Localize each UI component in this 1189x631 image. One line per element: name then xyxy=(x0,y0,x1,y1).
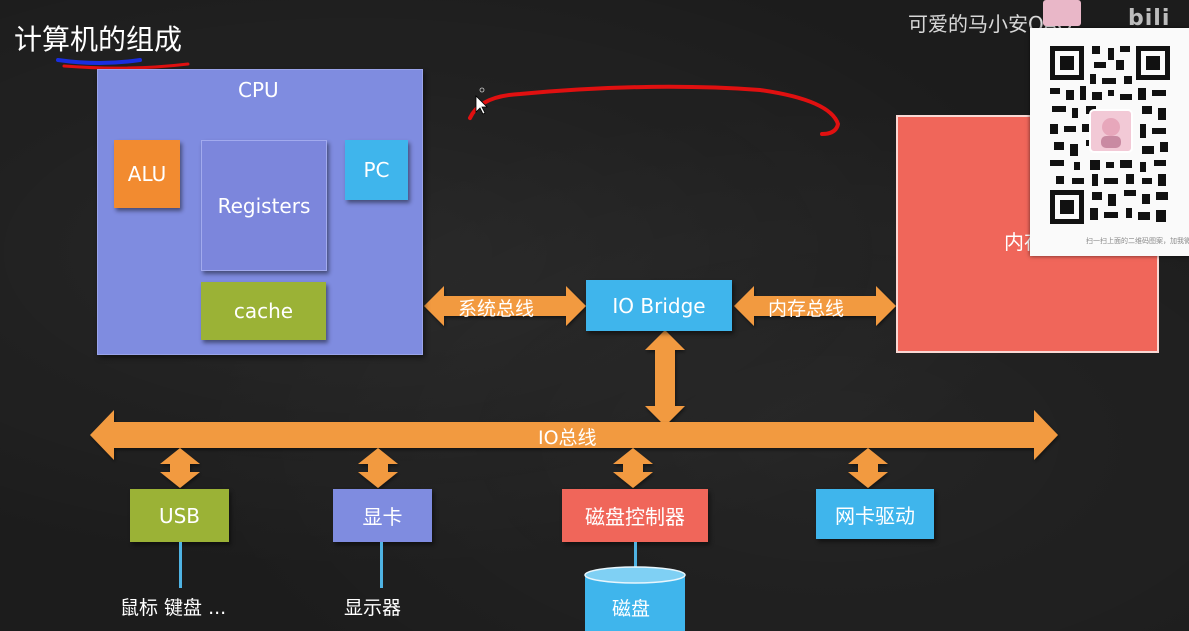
uploader-avatar xyxy=(1043,0,1081,26)
io-bridge-box: IO Bridge xyxy=(586,280,732,331)
memory-bus-label: 内存总线 xyxy=(768,298,845,320)
gpu-bus-arrow xyxy=(358,448,398,488)
usb-bus-arrow xyxy=(160,448,200,488)
nic-driver-label: 网卡驱动 xyxy=(835,503,915,528)
cache-box: cache xyxy=(201,282,326,340)
alu-label: ALU xyxy=(127,162,167,186)
usb-devices-label: 鼠标 键盘 ... xyxy=(120,597,227,619)
nic-bus-arrow xyxy=(848,448,888,488)
disk-label: 磁盘 xyxy=(612,598,651,620)
disk-controller-label: 磁盘控制器 xyxy=(585,505,685,529)
cache-label: cache xyxy=(233,299,294,323)
qr-caption: 扫一扫上面的二维码图案，加我微信 xyxy=(1086,237,1189,245)
qr-code-panel xyxy=(1030,28,1189,256)
pc-box: PC xyxy=(345,140,408,200)
nic-driver-box: 网卡驱动 xyxy=(816,489,934,539)
memory-arrow-annotation xyxy=(468,84,841,136)
pc-label: PC xyxy=(363,158,390,182)
alu-box: ALU xyxy=(114,140,180,208)
disk-controller-bus-arrow xyxy=(613,448,653,488)
usb-connector-line xyxy=(179,542,182,588)
cursor-icon xyxy=(475,95,488,115)
qr-code-icon xyxy=(1046,42,1174,228)
bridge-io-arrow xyxy=(645,330,685,426)
cursor-dot-icon xyxy=(479,87,485,93)
cpu-label: CPU xyxy=(238,78,279,102)
gpu-connector-line xyxy=(380,542,383,588)
io-bridge-label: IO Bridge xyxy=(612,293,706,318)
display-label: 显示器 xyxy=(344,597,402,619)
title-underline-red xyxy=(62,62,190,70)
gpu-box: 显卡 xyxy=(333,489,432,542)
title-underline-blue xyxy=(56,58,142,65)
io-bus-label: IO总线 xyxy=(538,427,597,449)
registers-box: Registers xyxy=(201,140,327,271)
usb-box: USB xyxy=(130,489,229,542)
system-bus-label: 系统总线 xyxy=(458,298,535,320)
registers-label: Registers xyxy=(217,193,311,218)
disk-controller-box: 磁盘控制器 xyxy=(562,489,708,542)
gpu-label: 显卡 xyxy=(362,505,403,529)
usb-label: USB xyxy=(158,503,201,528)
